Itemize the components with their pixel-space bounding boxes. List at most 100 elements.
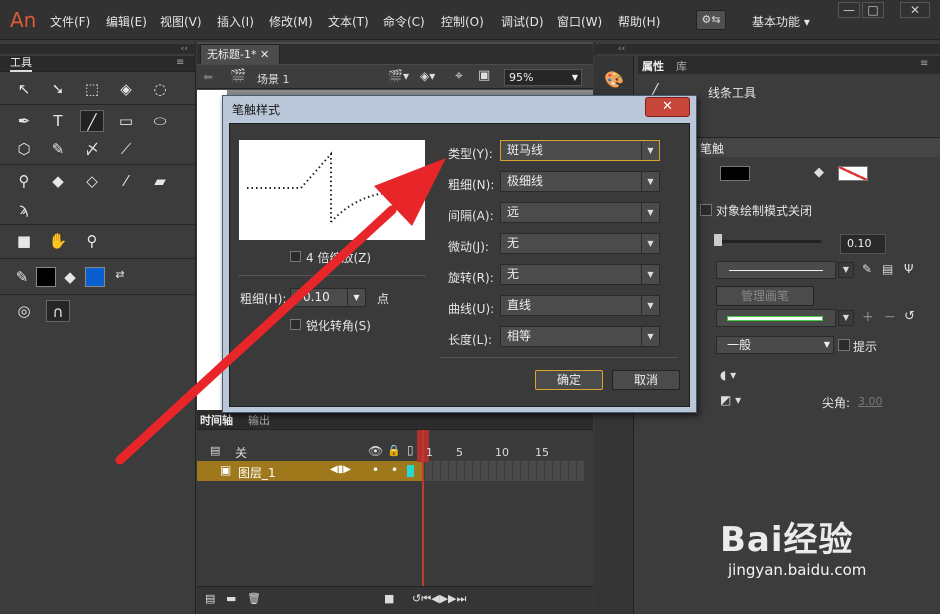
slider-handle[interactable] — [714, 234, 722, 246]
width-select[interactable] — [716, 309, 836, 327]
join-select[interactable]: ◩ ▾ — [720, 393, 741, 407]
dialog-close-button[interactable]: ✕ — [645, 97, 690, 117]
hand-tool-icon[interactable]: ✋ — [46, 230, 70, 252]
object-drawing-icon[interactable]: ◎ — [12, 300, 36, 322]
new-folder-icon[interactable]: ▬ — [226, 592, 236, 605]
back-arrow-icon[interactable]: ⬅ — [203, 70, 213, 84]
zoom-select[interactable]: 95% ▼ — [504, 69, 582, 86]
stroke-size-input[interactable]: 0.10 — [840, 234, 886, 254]
type-select[interactable]: 斑马线 ▼ — [500, 140, 660, 161]
thickness-select[interactable]: 0.10 ▼ — [290, 288, 366, 307]
zoom-tool-icon[interactable]: ⚲ — [80, 230, 104, 252]
curve-select[interactable]: 直线 ▼ — [500, 295, 660, 316]
minimize-button[interactable]: — — [838, 2, 860, 18]
reset-icon[interactable]: ↺ — [904, 309, 915, 324]
selection-tool-icon[interactable]: ↖ — [12, 78, 36, 100]
manage-brush-button[interactable]: 管理画笔 — [716, 286, 814, 306]
brush-tool-icon[interactable]: ⟋ — [114, 138, 138, 160]
delete-layer-icon[interactable]: 🗑 — [247, 592, 261, 605]
tab-library[interactable]: 库 — [676, 58, 687, 74]
pencil-tool-icon[interactable]: ✎ — [46, 138, 70, 160]
text-tool-icon[interactable]: T — [46, 110, 70, 132]
edit-symbols-icon[interactable]: ◈▾ — [420, 69, 435, 83]
edit-stroke-icon[interactable]: ✎ — [862, 262, 872, 276]
remove-icon[interactable]: − — [884, 309, 896, 325]
layer-name[interactable]: 图层_1 — [238, 464, 276, 481]
frame-track[interactable] — [424, 461, 584, 481]
brush-library-icon[interactable]: ▤ — [882, 262, 893, 276]
panel-menu-icon[interactable]: ≡ — [920, 58, 928, 69]
scale-select[interactable]: 一般 ▼ — [716, 336, 834, 354]
center-stage-icon[interactable]: ⌖ — [455, 68, 463, 84]
workspace-sync-button[interactable]: ⚙⇆ — [696, 10, 726, 30]
pen-tool-icon[interactable]: ✒ — [12, 110, 36, 132]
visibility-dot-icon[interactable]: • — [372, 463, 379, 477]
fill-color-swatch[interactable] — [838, 166, 868, 181]
tab-properties[interactable]: 属性 — [642, 58, 664, 74]
polystar-tool-icon[interactable]: ⬡ — [12, 138, 36, 160]
jiggle-select[interactable]: 无 ▼ — [500, 233, 660, 254]
oval-tool-icon[interactable]: ⬭ — [148, 110, 172, 132]
sharpen-checkbox[interactable] — [290, 319, 301, 330]
color-palette-icon[interactable]: 🎨 — [604, 70, 624, 89]
menu-window[interactable]: 窗口(W) — [557, 13, 602, 30]
collapse-icon[interactable]: ‹‹ — [594, 44, 940, 54]
menu-modify[interactable]: 修改(M) — [269, 13, 313, 30]
menu-help[interactable]: 帮助(H) — [618, 13, 660, 30]
close-window-button[interactable]: ✕ — [900, 2, 930, 18]
eye-icon[interactable]: 👁 — [368, 444, 383, 458]
ok-button[interactable]: 确定 — [535, 370, 603, 390]
camera-tool-icon[interactable]: ■ — [12, 230, 36, 252]
chevron-down-icon[interactable]: ▼ — [838, 262, 854, 278]
line-tool-icon[interactable]: ╱ — [80, 110, 104, 132]
fill-color-swatch[interactable] — [85, 267, 105, 287]
cap-select[interactable]: ◖ ▾ — [720, 368, 736, 382]
style-select[interactable] — [716, 261, 836, 279]
length-select[interactable]: 相等 ▼ — [500, 326, 660, 347]
miter-value[interactable]: 3.00 — [858, 395, 883, 408]
add-icon[interactable]: + — [862, 309, 874, 325]
collapse-icon[interactable]: ‹‹ — [0, 44, 196, 54]
object-draw-checkbox[interactable] — [700, 204, 712, 216]
free-transform-tool-icon[interactable]: ⬚ — [80, 78, 104, 100]
menu-control[interactable]: 控制(O) — [441, 13, 484, 30]
paint-brush-tool-icon[interactable]: 〆 — [80, 138, 104, 160]
zoom4x-checkbox[interactable] — [290, 251, 301, 262]
document-tab[interactable]: 无标题-1* ✕ — [200, 44, 280, 64]
stroke-color-swatch[interactable] — [720, 166, 750, 181]
menu-file[interactable]: 文件(F) — [50, 13, 90, 30]
lasso-tool-icon[interactable]: ◌ — [148, 78, 172, 100]
lock-dot-icon[interactable]: • — [391, 463, 398, 477]
stroke-color-swatch[interactable] — [36, 267, 56, 287]
layer-highlight-icon[interactable]: ◀▮▶ — [330, 464, 351, 475]
cancel-button[interactable]: 取消 — [612, 370, 680, 390]
stroke-color-icon[interactable]: ✎ — [10, 266, 34, 288]
maximize-button[interactable]: □ — [862, 2, 884, 18]
tab-timeline[interactable]: 时间轴 — [200, 412, 233, 428]
fill-color-icon[interactable]: ◆ — [58, 266, 82, 288]
hint-checkbox[interactable] — [838, 339, 850, 351]
eyedropper-tool-icon[interactable]: ⁄ — [114, 170, 138, 192]
subselection-tool-icon[interactable]: ➘ — [46, 78, 70, 100]
width-tool-icon[interactable]: ϡ — [12, 198, 36, 220]
layer-outline-swatch[interactable] — [407, 465, 414, 477]
stroke-size-slider[interactable] — [716, 240, 821, 243]
menu-commands[interactable]: 命令(C) — [383, 13, 425, 30]
snap-magnet-icon[interactable]: ∩ — [46, 300, 70, 322]
outline-icon[interactable]: ▯ — [407, 443, 414, 457]
panel-menu-icon[interactable]: ≡ — [176, 57, 184, 68]
menu-view[interactable]: 视图(V) — [160, 13, 202, 30]
spacing-select[interactable]: 远 ▼ — [500, 202, 660, 223]
menu-debug[interactable]: 调试(D) — [501, 13, 544, 30]
bone-tool-icon[interactable]: ⚲ — [12, 170, 36, 192]
menu-edit[interactable]: 编辑(E) — [106, 13, 147, 30]
rectangle-tool-icon[interactable]: ▭ — [114, 110, 138, 132]
dot-size-select[interactable]: 极细线 ▼ — [500, 171, 660, 192]
lock-icon[interactable]: 🔒 — [387, 444, 401, 457]
ink-bottle-tool-icon[interactable]: ◇ — [80, 170, 104, 192]
width-profile-icon[interactable]: Ψ — [904, 262, 913, 276]
eraser-tool-icon[interactable]: ▰ — [148, 170, 172, 192]
new-layer-icon[interactable]: ▤ — [205, 592, 215, 605]
rotate-select[interactable]: 无 ▼ — [500, 264, 660, 285]
menu-text[interactable]: 文本(T) — [328, 13, 369, 30]
